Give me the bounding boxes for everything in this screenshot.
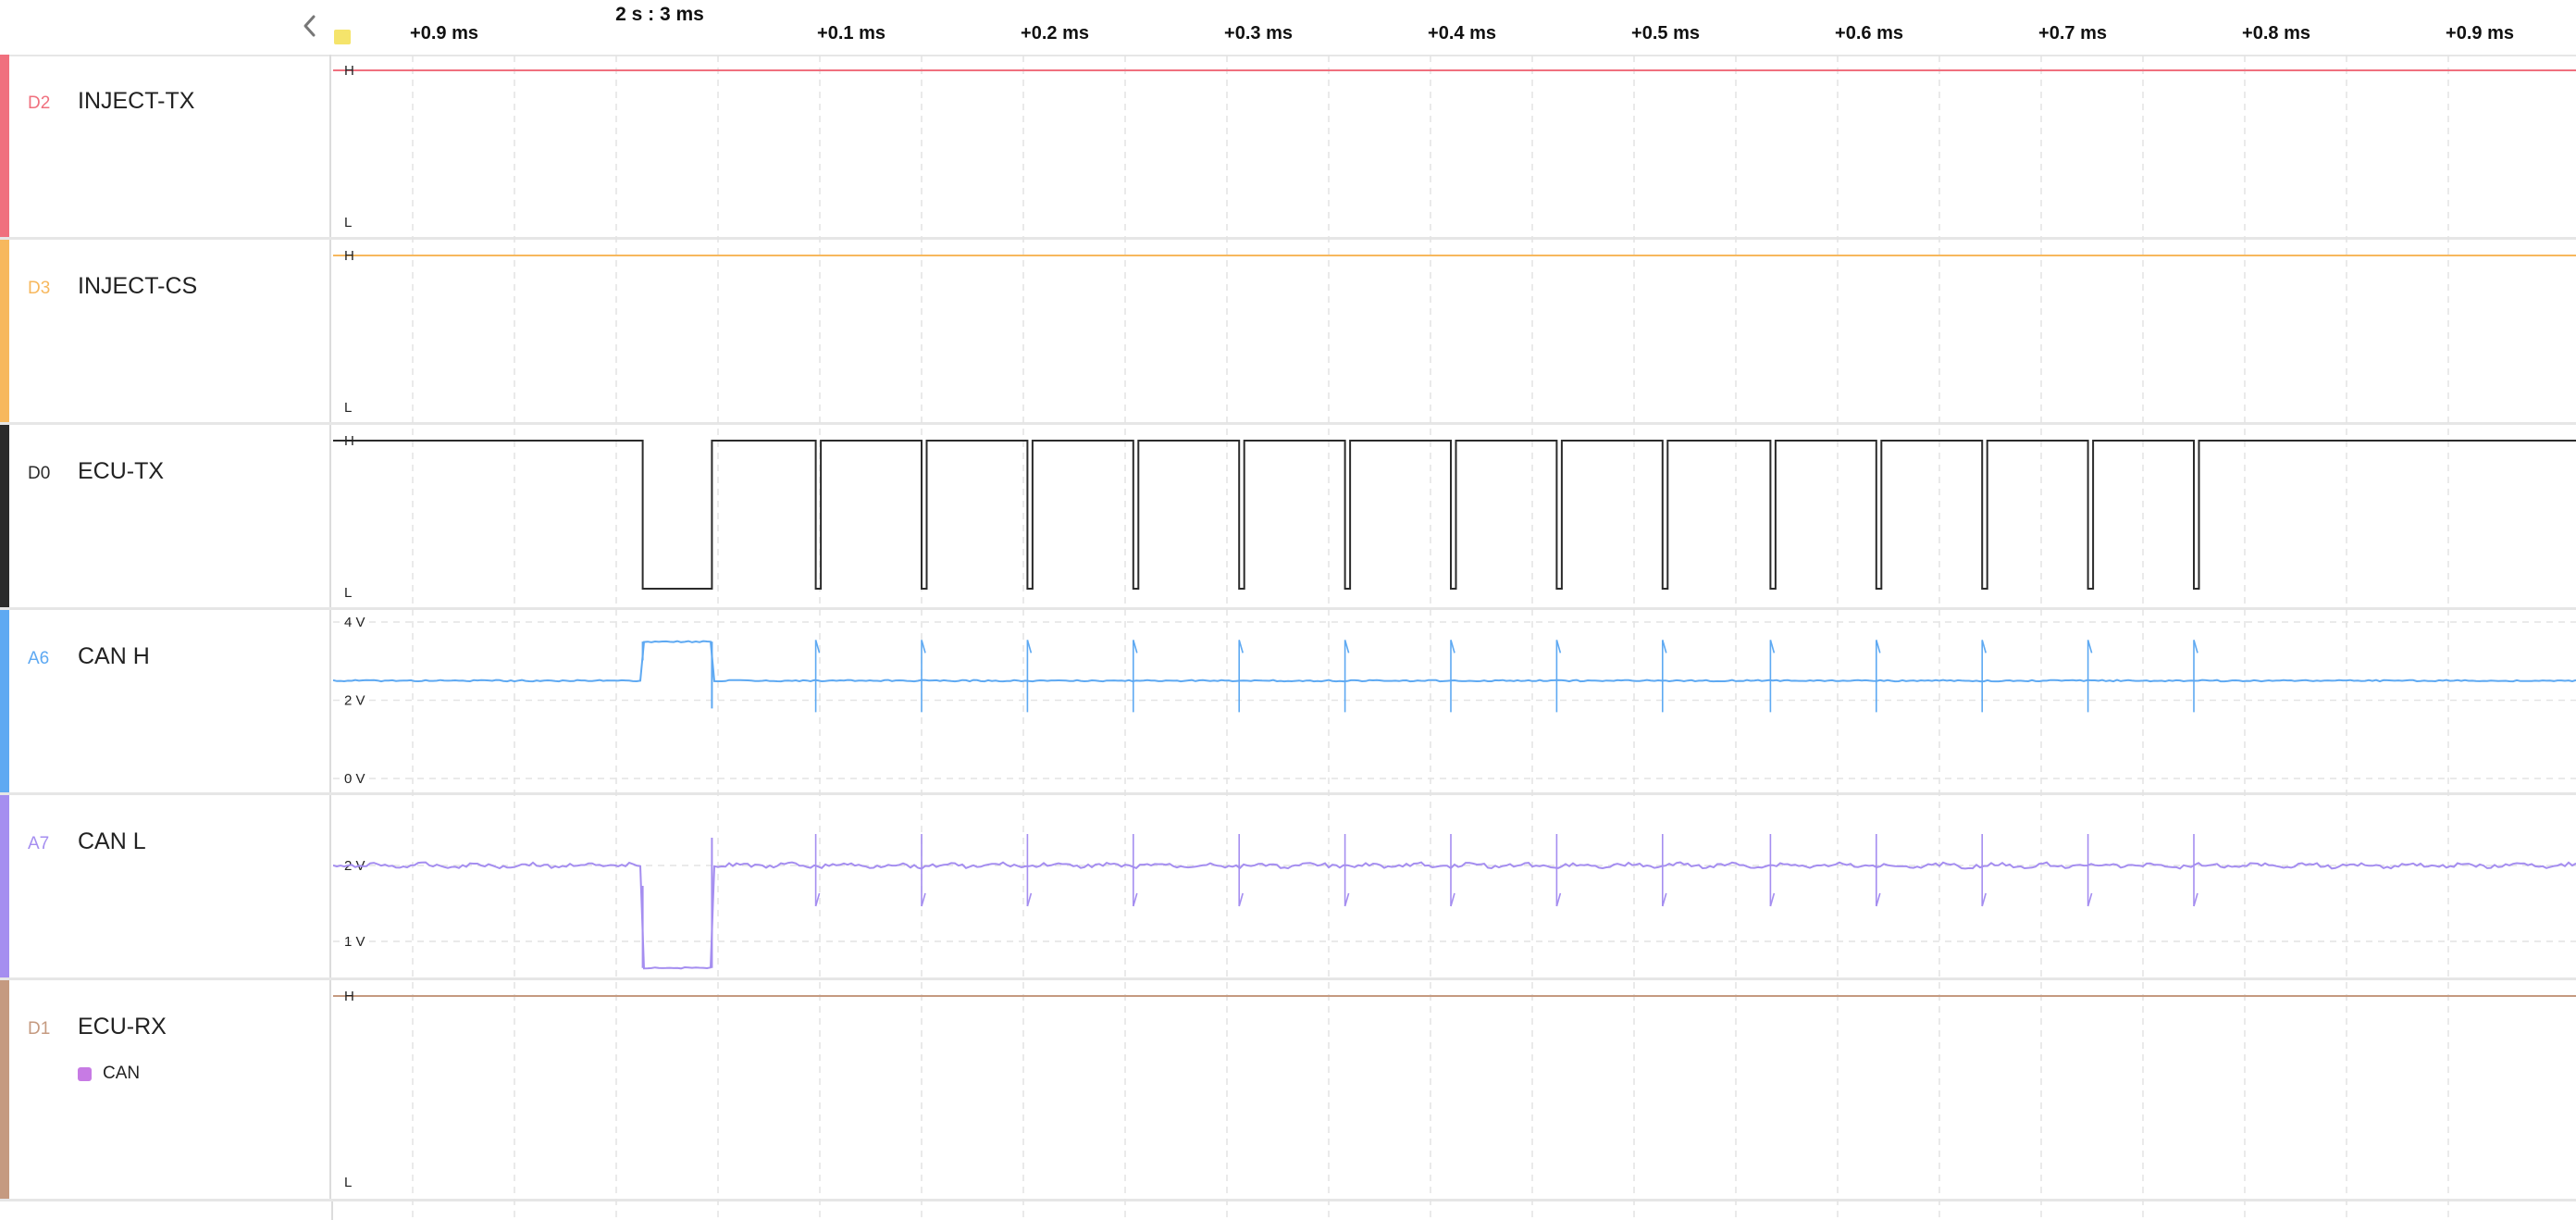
voltage-scale-label: 2 V (344, 693, 365, 709)
channel-color-bar (0, 425, 9, 607)
level-low-label: L (344, 1175, 352, 1190)
decoder-label: CAN (103, 1064, 141, 1083)
channel-name[interactable]: CAN L (78, 828, 146, 855)
channel-color-bar (0, 795, 9, 977)
channel-color-bar (0, 980, 9, 1199)
level-low-label: L (344, 400, 352, 416)
collapse-sidebar-button[interactable] (294, 9, 326, 43)
channel-name[interactable]: CAN H (78, 643, 150, 670)
channel-id: D3 (28, 279, 51, 298)
channel-name[interactable]: INJECT-CS (78, 273, 197, 300)
channel-header[interactable]: D3 INJECT-CS (9, 240, 331, 422)
channel-header[interactable]: D0 ECU-TX (9, 425, 331, 607)
chevron-left-icon (303, 15, 316, 37)
channel-id: D2 (28, 93, 51, 113)
waveform-area[interactable]: HLHLHLHL4 V2 V0 V2 V1 V (333, 0, 2576, 1220)
channel-color-bar (0, 610, 9, 792)
level-low-label: L (344, 585, 352, 601)
channel-id: D0 (28, 464, 51, 483)
channel-color-bar (0, 55, 9, 237)
decoder-tag[interactable]: CAN (78, 1064, 140, 1084)
ecu-tx-trace (333, 440, 2576, 590)
analog-trace (333, 861, 2576, 970)
level-high-label: H (344, 989, 354, 1004)
analog-trace (333, 640, 2576, 683)
channel-id: A6 (28, 649, 50, 668)
channel-name[interactable]: ECU-RX (78, 1014, 167, 1040)
channel-header[interactable]: A6 CAN H (9, 610, 331, 792)
level-low-label: L (344, 215, 352, 230)
channel-header[interactable]: D2 INJECT-TX (9, 55, 331, 237)
channel-name[interactable]: ECU-TX (78, 458, 164, 485)
decoder-color-swatch (78, 1066, 92, 1081)
channel-name[interactable]: INJECT-TX (78, 88, 194, 115)
level-high-label: H (344, 63, 354, 79)
channel-header[interactable]: A7 CAN L (9, 795, 331, 977)
voltage-scale-label: 0 V (344, 771, 365, 787)
level-high-label: H (344, 433, 354, 449)
voltage-scale-label: 4 V (344, 615, 365, 630)
logic-analyzer-view: 2 s : 3 ms +0.9 ms +0.1 ms +0.2 ms +0.3 … (0, 0, 2576, 1220)
voltage-scale-label: 1 V (344, 934, 365, 950)
channel-color-bar (0, 240, 9, 422)
channel-id: D1 (28, 1019, 51, 1039)
channel-header[interactable]: D1 ECU-RX CAN (9, 980, 331, 1199)
channel-id: A7 (28, 834, 50, 853)
level-high-label: H (344, 248, 354, 264)
